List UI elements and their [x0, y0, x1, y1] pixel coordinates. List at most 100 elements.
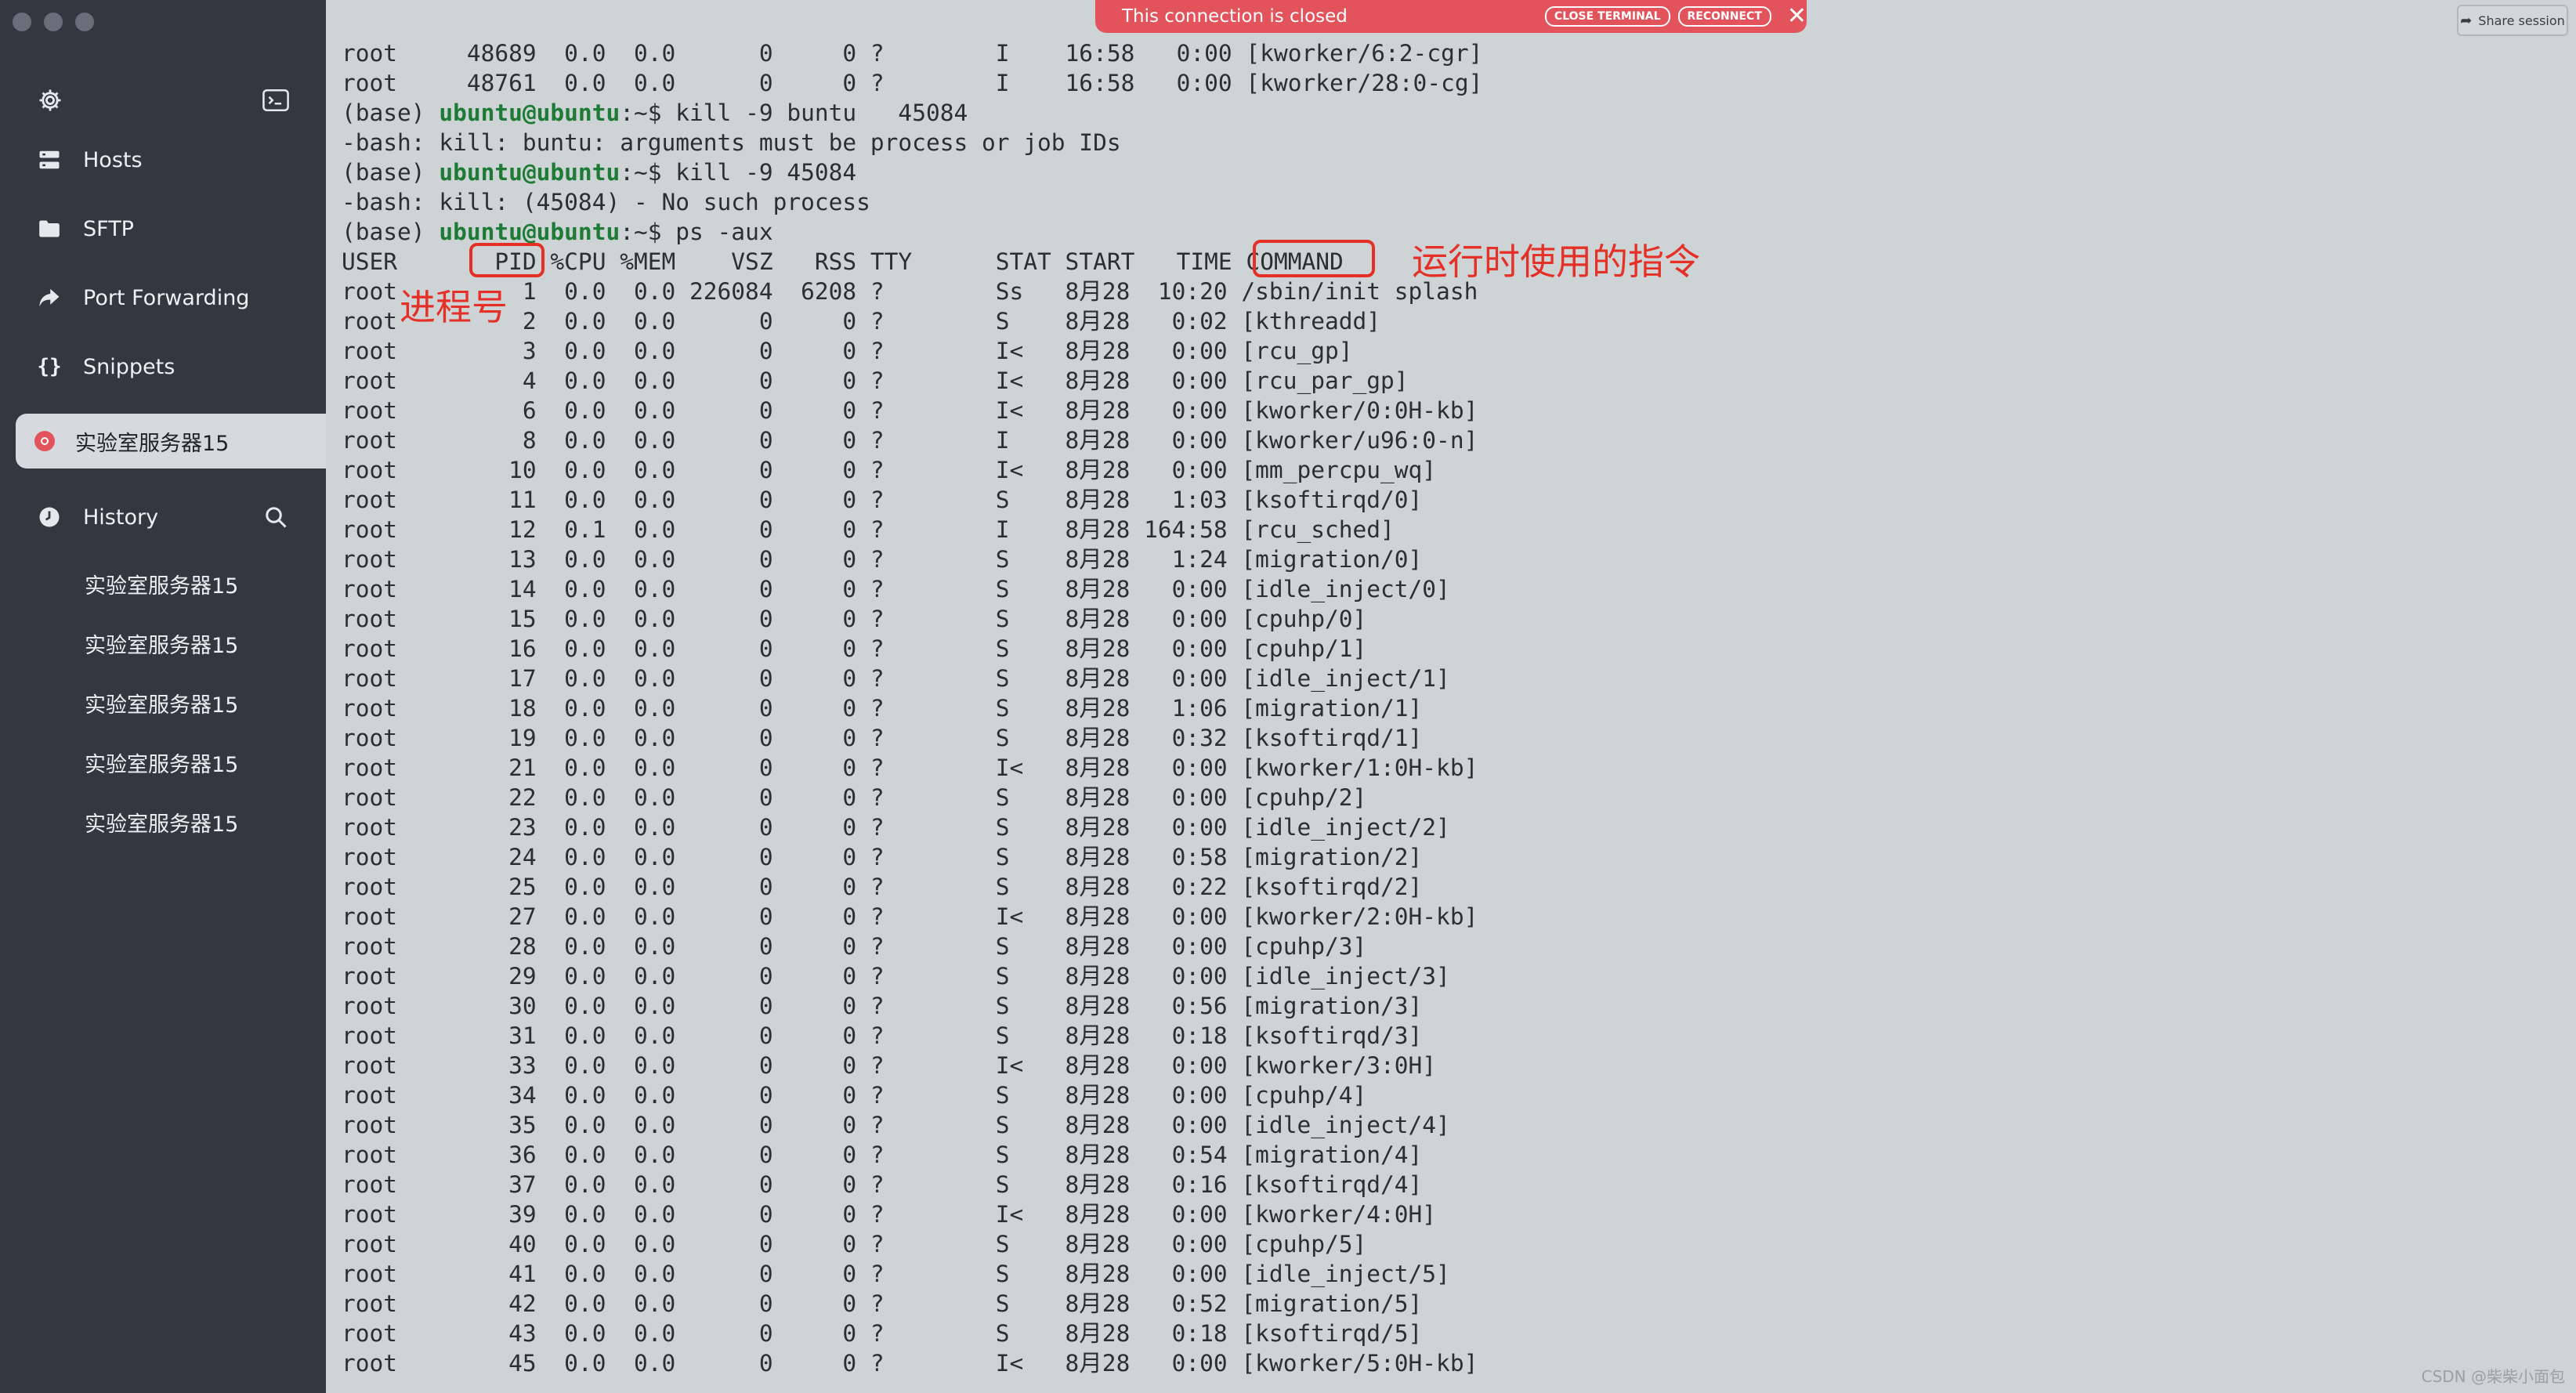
- output-text: root 21 0.0 0.0 0 0 ? I< 8月28 0:00 [kwor…: [342, 754, 1478, 781]
- output-text: root 12 0.1 0.0 0 0 ? I 8月28 164:58 [rcu…: [342, 516, 1395, 543]
- terminal-line: root 11 0.0 0.0 0 0 ? S 8月28 1:03 [ksoft…: [342, 485, 1482, 515]
- banner-message: This connection is closed: [1122, 6, 1348, 27]
- history-item[interactable]: 实验室服务器15: [85, 567, 238, 606]
- nav-item-label: Snippets: [83, 354, 175, 379]
- output-text: root 8 0.0 0.0 0 0 ? I 8月28 0:00 [kworke…: [342, 427, 1478, 454]
- connection-closed-banner: This connection is closed CLOSE TERMINAL…: [1095, 0, 1807, 33]
- terminal-line: root 48761 0.0 0.0 0 0 ? I 16:58 0:00 [k…: [342, 68, 1482, 98]
- gear-icon[interactable]: [33, 83, 67, 118]
- window-zoom-button[interactable]: [75, 13, 94, 31]
- nav-item-hosts[interactable]: Hosts: [33, 136, 315, 183]
- output-text: root 1 0.0 0.0 226084 6208 ? Ss 8月28 10:…: [342, 278, 1478, 305]
- terminal-line: root 6 0.0 0.0 0 0 ? I< 8月28 0:00 [kwork…: [342, 396, 1482, 425]
- output-text: root 35 0.0 0.0 0 0 ? S 8月28 0:00 [idle_…: [342, 1112, 1450, 1138]
- prompt-prefix: (base): [342, 219, 440, 245]
- terminal-line: root 24 0.0 0.0 0 0 ? S 8月28 0:58 [migra…: [342, 842, 1482, 872]
- output-text: root 36 0.0 0.0 0 0 ? S 8月28 0:54 [migra…: [342, 1142, 1423, 1168]
- history-item[interactable]: 实验室服务器15: [85, 627, 238, 666]
- output-text: root 4 0.0 0.0 0 0 ? I< 8月28 0:00 [rcu_p…: [342, 367, 1409, 394]
- terminal-line: root 3 0.0 0.0 0 0 ? I< 8月28 0:00 [rcu_g…: [342, 336, 1482, 366]
- output-text: root 37 0.0 0.0 0 0 ? S 8月28 0:16 [ksoft…: [342, 1171, 1423, 1198]
- clock-icon: [33, 501, 66, 534]
- history-item[interactable]: 实验室服务器15: [85, 746, 238, 785]
- output-text: root 48761 0.0 0.0 0 0 ? I 16:58 0:00 [k…: [342, 70, 1483, 96]
- nav-item-sftp[interactable]: SFTP: [33, 205, 315, 252]
- output-text: root 43 0.0 0.0 0 0 ? S 8月28 0:18 [ksoft…: [342, 1320, 1423, 1347]
- output-text: root 28 0.0 0.0 0 0 ? S 8月28 0:00 [cpuhp…: [342, 933, 1367, 960]
- nav-item-label: Port Forwarding: [83, 285, 250, 310]
- command-annotation: 运行时使用的指令: [1412, 241, 1700, 283]
- terminal-line: root 12 0.1 0.0 0 0 ? I 8月28 164:58 [rcu…: [342, 515, 1482, 545]
- reconnect-button[interactable]: RECONNECT: [1677, 6, 1771, 27]
- prompt-user-host: ubuntu@ubuntu: [439, 219, 620, 245]
- output-text: root 10 0.0 0.0 0 0 ? I< 8月28 0:00 [mm_p…: [342, 457, 1437, 483]
- terminal-line: root 21 0.0 0.0 0 0 ? I< 8月28 0:00 [kwor…: [342, 753, 1482, 783]
- terminal-line: root 15 0.0 0.0 0 0 ? S 8月28 0:00 [cpuhp…: [342, 604, 1482, 634]
- terminal-line: (base) ubuntu@ubuntu:~$ kill -9 buntu 45…: [342, 98, 1482, 128]
- window-close-button[interactable]: [13, 13, 31, 31]
- pid-annotation: 进程号: [400, 286, 508, 328]
- terminal-line: root 22 0.0 0.0 0 0 ? S 8月28 0:00 [cpuhp…: [342, 783, 1482, 812]
- output-text: root 18 0.0 0.0 0 0 ? S 8月28 1:06 [migra…: [342, 695, 1423, 722]
- output-text: root 14 0.0 0.0 0 0 ? S 8月28 0:00 [idle_…: [342, 576, 1450, 602]
- terminal-line: root 30 0.0 0.0 0 0 ? S 8月28 0:56 [migra…: [342, 991, 1482, 1021]
- terminal-line: root 16 0.0 0.0 0 0 ? S 8月28 0:00 [cpuhp…: [342, 634, 1482, 664]
- hosts-icon: [33, 143, 66, 176]
- terminal-line: -bash: kill: buntu: arguments must be pr…: [342, 128, 1482, 157]
- search-icon[interactable]: [259, 500, 293, 534]
- output-text: root 3 0.0 0.0 0 0 ? I< 8月28 0:00 [rcu_g…: [342, 338, 1353, 364]
- nav-item-label: SFTP: [83, 216, 134, 241]
- share-session-button[interactable]: ➦ Share session: [2457, 5, 2568, 36]
- output-text: root 34 0.0 0.0 0 0 ? S 8月28 0:00 [cpuhp…: [342, 1082, 1367, 1109]
- port-forwarding-icon: [33, 281, 66, 314]
- command-text: kill -9 buntu 45084: [675, 100, 968, 126]
- terminal-line: root 41 0.0 0.0 0 0 ? S 8月28 0:00 [idle_…: [342, 1259, 1482, 1289]
- output-text: -bash: kill: (45084) - No such process: [342, 189, 870, 215]
- output-text: root 22 0.0 0.0 0 0 ? S 8月28 0:00 [cpuhp…: [342, 784, 1367, 811]
- active-session-tab[interactable]: 实验室服务器15: [16, 414, 326, 469]
- terminal-line: -bash: kill: (45084) - No such process: [342, 187, 1482, 217]
- prompt-path: :~$: [620, 100, 676, 126]
- terminal-line: root 10 0.0 0.0 0 0 ? I< 8月28 0:00 [mm_p…: [342, 455, 1482, 485]
- terminal-line: root 33 0.0 0.0 0 0 ? I< 8月28 0:00 [kwor…: [342, 1051, 1482, 1080]
- output-text: root 24 0.0 0.0 0 0 ? S 8月28 0:58 [migra…: [342, 844, 1423, 870]
- output-text: root 42 0.0 0.0 0 0 ? S 8月28 0:52 [migra…: [342, 1290, 1423, 1317]
- terminal-line: root 31 0.0 0.0 0 0 ? S 8月28 0:18 [ksoft…: [342, 1021, 1482, 1051]
- prompt-prefix: (base): [342, 159, 440, 186]
- prompt-path: :~$: [620, 159, 676, 186]
- output-text: root 41 0.0 0.0 0 0 ? S 8月28 0:00 [idle_…: [342, 1261, 1450, 1287]
- watermark: CSDN @柴柴小面包: [2421, 1367, 2565, 1386]
- terminal-line: root 42 0.0 0.0 0 0 ? S 8月28 0:52 [migra…: [342, 1289, 1482, 1319]
- close-terminal-button[interactable]: CLOSE TERMINAL: [1544, 6, 1670, 27]
- output-text: root 25 0.0 0.0 0 0 ? S 8月28 0:22 [ksoft…: [342, 874, 1423, 900]
- window-minimize-button[interactable]: [44, 13, 63, 31]
- terminal-line: root 45 0.0 0.0 0 0 ? I< 8月28 0:00 [kwor…: [342, 1348, 1482, 1378]
- output-text: root 40 0.0 0.0 0 0 ? S 8月28 0:00 [cpuhp…: [342, 1231, 1367, 1257]
- prompt-path: :~$: [620, 219, 676, 245]
- terminal-line: root 35 0.0 0.0 0 0 ? S 8月28 0:00 [idle_…: [342, 1110, 1482, 1140]
- history-item[interactable]: 实验室服务器15: [85, 805, 238, 845]
- output-text: root 11 0.0 0.0 0 0 ? S 8月28 1:03 [ksoft…: [342, 487, 1423, 513]
- session-status-icon: [34, 431, 55, 451]
- history-item[interactable]: 实验室服务器15: [85, 686, 238, 725]
- nav-item-label: Hosts: [83, 147, 143, 172]
- output-text: -bash: kill: buntu: arguments must be pr…: [342, 129, 1121, 156]
- terminal-line: root 4 0.0 0.0 0 0 ? I< 8月28 0:00 [rcu_p…: [342, 366, 1482, 396]
- terminal-icon[interactable]: [259, 85, 293, 116]
- terminal-line: root 29 0.0 0.0 0 0 ? S 8月28 0:00 [idle_…: [342, 961, 1482, 991]
- nav-item-snippets[interactable]: {} Snippets: [33, 343, 315, 390]
- command-highlight-box: [1253, 240, 1375, 277]
- terminal-line: root 37 0.0 0.0 0 0 ? S 8月28 0:16 [ksoft…: [342, 1170, 1482, 1199]
- nav-item-port-forwarding[interactable]: Port Forwarding: [33, 274, 315, 321]
- terminal-line: root 14 0.0 0.0 0 0 ? S 8月28 0:00 [idle_…: [342, 574, 1482, 604]
- close-icon[interactable]: ✕: [1787, 0, 1807, 33]
- output-text: root 13 0.0 0.0 0 0 ? S 8月28 1:24 [migra…: [342, 546, 1423, 573]
- terminal-view[interactable]: root 48689 0.0 0.0 0 0 ? I 16:58 0:00 [k…: [326, 0, 2576, 1393]
- prompt-user-host: ubuntu@ubuntu: [439, 100, 620, 126]
- output-text: root 30 0.0 0.0 0 0 ? S 8月28 0:56 [migra…: [342, 993, 1423, 1019]
- folder-icon: [33, 212, 66, 245]
- terminal-line: root 25 0.0 0.0 0 0 ? S 8月28 0:22 [ksoft…: [342, 872, 1482, 902]
- terminal-line: root 8 0.0 0.0 0 0 ? I 8月28 0:00 [kworke…: [342, 425, 1482, 455]
- output-text: root 15 0.0 0.0 0 0 ? S 8月28 0:00 [cpuhp…: [342, 606, 1367, 632]
- terminal-line: (base) ubuntu@ubuntu:~$ kill -9 45084: [342, 157, 1482, 187]
